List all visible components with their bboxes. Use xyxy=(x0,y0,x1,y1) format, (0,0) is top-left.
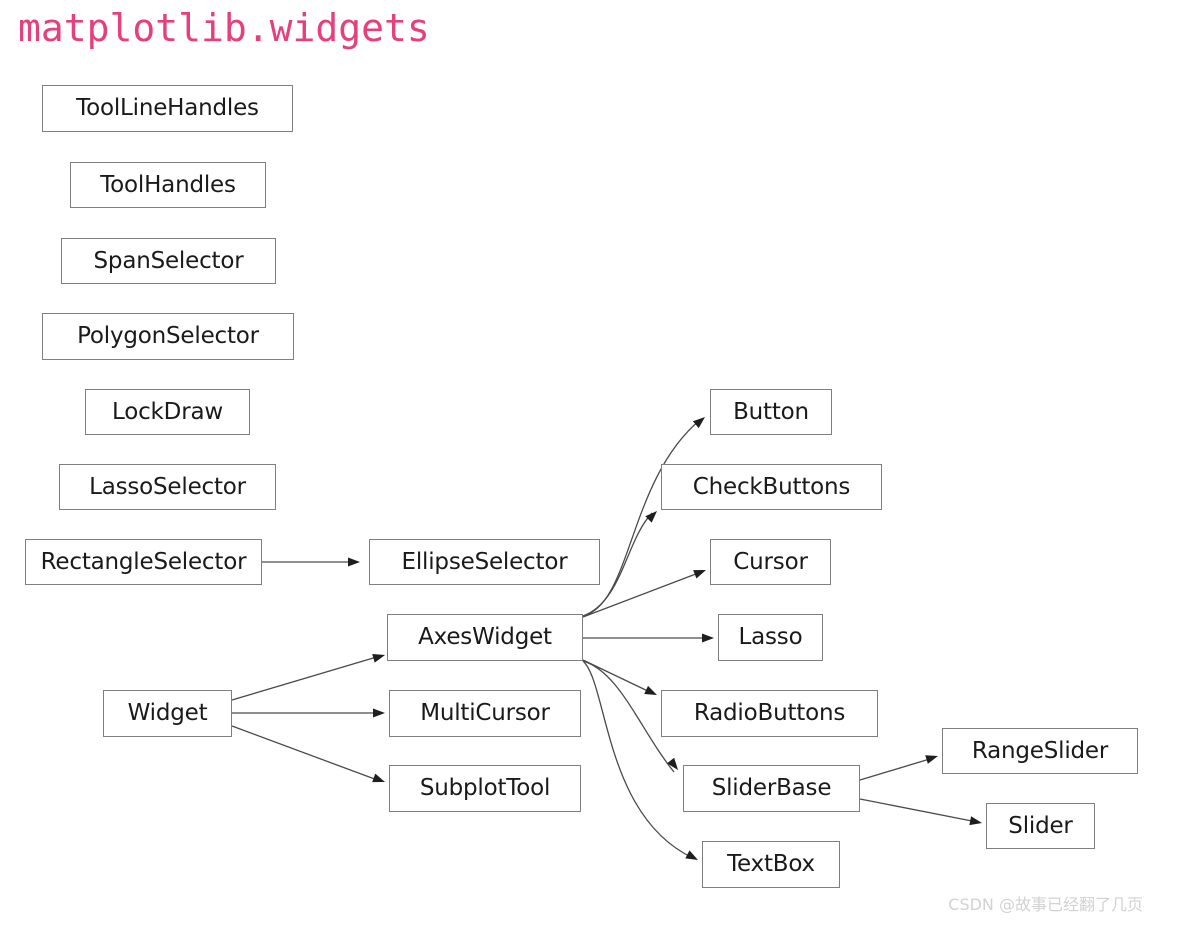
edge-axeswidget-to-radiobuttons xyxy=(582,659,653,694)
node-widget[interactable]: Widget xyxy=(103,690,232,737)
node-spanselector[interactable]: SpanSelector xyxy=(61,238,276,284)
arrowhead-to-checkbuttons xyxy=(645,511,657,523)
node-label: MultiCursor xyxy=(420,700,550,726)
node-label: LockDraw xyxy=(112,398,223,425)
node-label: EllipseSelector xyxy=(401,548,568,575)
arrowhead-to-axeswidget xyxy=(372,653,385,663)
node-label: RangeSlider xyxy=(971,737,1109,764)
edge-sliderbase-to-rangeslider xyxy=(859,757,934,781)
node-label: ToolHandles xyxy=(100,171,236,198)
node-label: Widget xyxy=(127,700,208,726)
arrowhead-to-slider xyxy=(969,816,982,826)
node-slider[interactable]: Slider xyxy=(986,803,1095,849)
node-label: RectangleSelector xyxy=(40,548,247,575)
node-label: LassoSelector xyxy=(89,473,246,500)
edge-widget-to-subplottool xyxy=(231,725,381,782)
node-polygonselector[interactable]: PolygonSelector xyxy=(42,313,294,360)
node-textbox[interactable]: TextBox xyxy=(702,841,840,888)
node-rectangleselector[interactable]: RectangleSelector xyxy=(25,539,262,585)
node-label: SubplotTool xyxy=(419,775,551,801)
node-label: Lasso xyxy=(738,624,803,650)
node-toollinehandles[interactable]: ToolLineHandles xyxy=(42,85,293,132)
node-axeswidget[interactable]: AxesWidget xyxy=(387,614,583,661)
page-title: matplotlib.widgets xyxy=(18,6,430,50)
node-label: RadioButtons xyxy=(693,700,846,726)
node-ellipseselector[interactable]: EllipseSelector xyxy=(369,539,600,585)
arrowhead-to-multicursor xyxy=(373,708,385,718)
node-label: PolygonSelector xyxy=(77,323,259,349)
node-label: ToolLineHandles xyxy=(76,95,259,121)
node-lassoselector[interactable]: LassoSelector xyxy=(59,464,276,510)
node-toolhandles[interactable]: ToolHandles xyxy=(70,162,266,208)
edge-axeswidget-to-cursor xyxy=(582,571,702,618)
node-lasso[interactable]: Lasso xyxy=(718,614,823,661)
edge-widget-to-axeswidget xyxy=(231,655,381,701)
node-multicursor[interactable]: MultiCursor xyxy=(389,690,581,737)
node-label: AxesWidget xyxy=(418,624,552,650)
arrowhead-to-radiobuttons xyxy=(644,685,657,695)
node-radiobuttons[interactable]: RadioButtons xyxy=(661,690,878,737)
node-label: SpanSelector xyxy=(93,247,244,274)
class-diagram: matplotlib.widgets ToolLineHandles ToolHa… xyxy=(0,0,1201,929)
arrowhead-to-textbox xyxy=(685,850,698,860)
arrowhead-to-rangeslider xyxy=(925,755,938,764)
node-label: TextBox xyxy=(727,851,815,877)
node-label: CheckButtons xyxy=(692,473,851,500)
node-cursor[interactable]: Cursor xyxy=(710,539,831,585)
edge-sliderbase-to-slider xyxy=(859,798,978,823)
node-label: Button xyxy=(733,398,809,425)
edge-axeswidget-to-button xyxy=(582,419,701,617)
arrowhead-to-ellipseselector xyxy=(348,557,360,567)
node-label: Cursor xyxy=(733,548,808,575)
node-label: SliderBase xyxy=(711,775,832,801)
arrowhead-to-button xyxy=(692,417,705,429)
node-rangeslider[interactable]: RangeSlider xyxy=(942,728,1138,774)
node-lockdraw[interactable]: LockDraw xyxy=(85,389,250,435)
node-subplottool[interactable]: SubplotTool xyxy=(389,765,581,812)
node-checkbuttons[interactable]: CheckButtons xyxy=(661,464,882,510)
node-label: Slider xyxy=(1008,812,1073,839)
node-button[interactable]: Button xyxy=(710,389,832,435)
arrowhead-to-subplottool xyxy=(372,773,385,783)
node-sliderbase[interactable]: SliderBase xyxy=(683,765,860,812)
arrowhead-to-sliderbase xyxy=(667,757,678,770)
watermark: CSDN @故事已经翻了几页 xyxy=(948,895,1143,914)
arrowhead-to-cursor xyxy=(693,570,706,579)
arrowhead-to-lasso xyxy=(702,633,714,643)
